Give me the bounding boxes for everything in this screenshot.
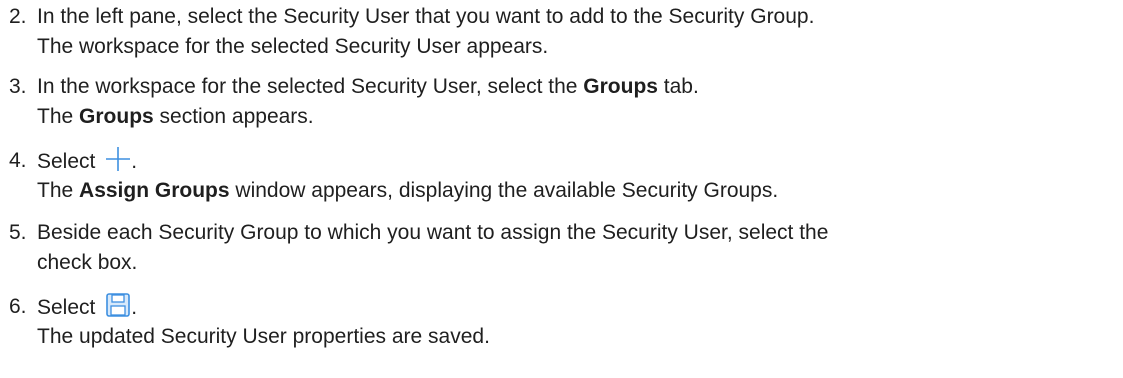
step-result: The Assign Groups window appears, displa…	[37, 176, 778, 206]
text-segment: Select	[37, 296, 102, 319]
step-result: The Groups section appears.	[37, 102, 314, 132]
step-number: 2.	[9, 5, 27, 28]
text-segment: section appears.	[153, 105, 314, 128]
text-segment: tab.	[657, 75, 699, 98]
ui-term-assign-groups: Assign Groups	[79, 179, 230, 202]
step-number: 3.	[9, 75, 27, 98]
step-result: The updated Security User properties are…	[37, 325, 490, 348]
ui-term-groups-tab: Groups	[583, 75, 658, 98]
ui-term-groups-section: Groups	[79, 105, 154, 128]
step-text: Select .	[37, 146, 137, 177]
step-result: The workspace for the selected Security …	[37, 35, 549, 58]
text-segment: window appears, displaying the available…	[229, 179, 779, 202]
text-segment: In the workspace for the selected Securi…	[37, 75, 584, 98]
step-text: In the workspace for the selected Securi…	[37, 72, 699, 102]
text-segment: .	[131, 150, 138, 173]
plus-icon	[105, 146, 131, 172]
step-number: 4.	[9, 149, 27, 172]
step-number: 5.	[9, 221, 27, 244]
step-number: 6.	[9, 295, 27, 318]
text-segment: The	[37, 179, 80, 202]
text-segment: Select	[37, 150, 102, 173]
step-text: Beside each Security Group to which you …	[37, 221, 829, 244]
text-segment: The	[37, 105, 80, 128]
step-text: Select .	[37, 292, 137, 323]
text-segment: .	[131, 296, 138, 319]
save-icon	[105, 292, 131, 318]
step-text: In the left pane, select the Security Us…	[37, 5, 815, 28]
step-text-continued: check box.	[37, 251, 138, 274]
